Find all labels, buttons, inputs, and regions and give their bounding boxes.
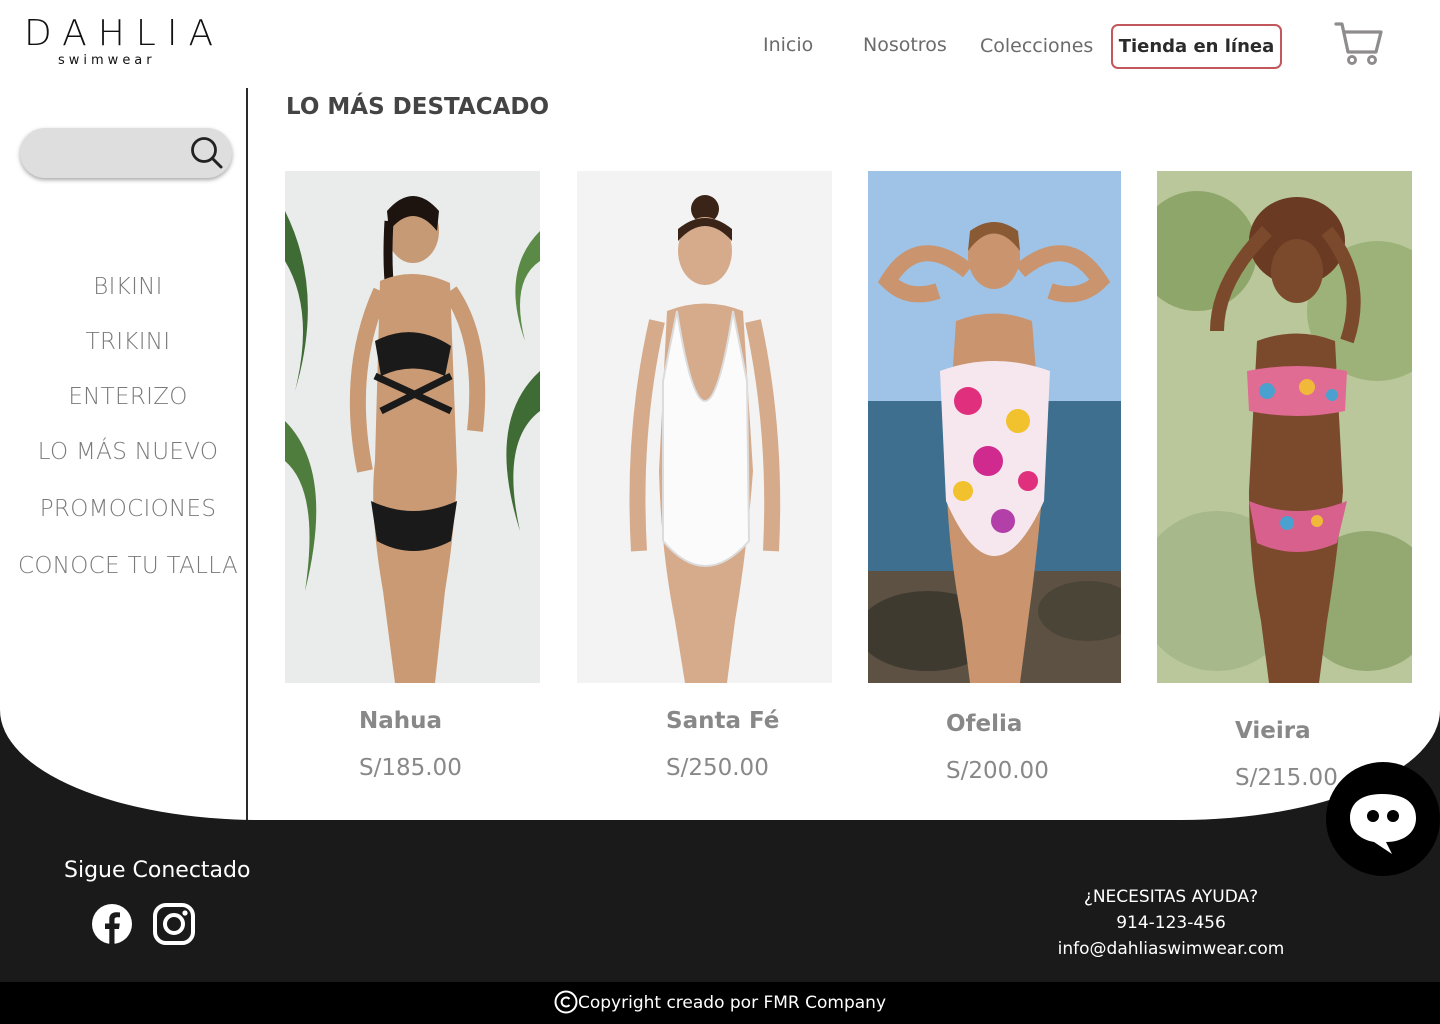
nav-colecciones[interactable]: Colecciones <box>980 35 1093 57</box>
product-image-nahua[interactable] <box>285 171 540 683</box>
product-price-vieira: S/215.00 <box>1235 765 1338 791</box>
help-phone[interactable]: 914-123-456 <box>1040 910 1302 936</box>
top-navigation: Inicio Nosotros Colecciones Tienda en lí… <box>0 24 1440 72</box>
section-title: LO MÁS DESTACADO <box>286 94 550 120</box>
sidebar-item-lo-mas-nuevo[interactable]: LO MÁS NUEVO <box>0 439 256 465</box>
nav-tienda-en-linea[interactable]: Tienda en línea <box>1111 24 1282 69</box>
product-price-santa-fe: S/250.00 <box>666 755 769 781</box>
sidebar-item-trikini[interactable]: TRIKINI <box>0 329 256 355</box>
product-name-vieira[interactable]: Vieira <box>1235 718 1311 744</box>
sidebar-item-enterizo[interactable]: ENTERIZO <box>0 384 256 410</box>
product-price-nahua: S/185.00 <box>359 755 462 781</box>
instagram-icon[interactable] <box>152 902 196 946</box>
sidebar-item-bikini[interactable]: BIKINI <box>0 274 256 300</box>
product-image-santa-fe[interactable] <box>577 171 832 683</box>
product-name-nahua[interactable]: Nahua <box>359 708 442 734</box>
help-email[interactable]: info@dahliaswimwear.com <box>1040 936 1302 962</box>
copyright-icon <box>554 990 578 1014</box>
search-input[interactable] <box>34 128 194 178</box>
product-name-santa-fe[interactable]: Santa Fé <box>666 708 779 734</box>
sidebar-item-promociones[interactable]: PROMOCIONES <box>0 496 256 522</box>
search-icon[interactable] <box>188 134 224 170</box>
help-title: ¿NECESITAS AYUDA? <box>1083 887 1259 907</box>
product-image-vieira[interactable] <box>1157 171 1412 683</box>
cart-icon[interactable] <box>1334 18 1384 68</box>
nav-inicio[interactable]: Inicio <box>763 34 813 56</box>
nav-nosotros[interactable]: Nosotros <box>863 34 947 56</box>
facebook-icon[interactable] <box>90 902 134 946</box>
product-price-ofelia: S/200.00 <box>946 758 1049 784</box>
follow-title: Sigue Conectado <box>64 858 251 883</box>
product-name-ofelia[interactable]: Ofelia <box>946 711 1022 737</box>
chat-button[interactable] <box>1326 762 1440 876</box>
copyright-text: Copyright creado por FMR Company <box>577 993 887 1013</box>
copyright: Copyright creado por FMR Company <box>0 990 1440 1014</box>
chat-icon <box>1350 794 1416 854</box>
sidebar-item-conoce-tu-talla[interactable]: CONOCE TU TALLA <box>0 553 256 579</box>
product-image-ofelia[interactable] <box>868 171 1121 683</box>
help-block: ¿NECESITAS AYUDA? 914-123-456 info@dahli… <box>1040 884 1302 962</box>
